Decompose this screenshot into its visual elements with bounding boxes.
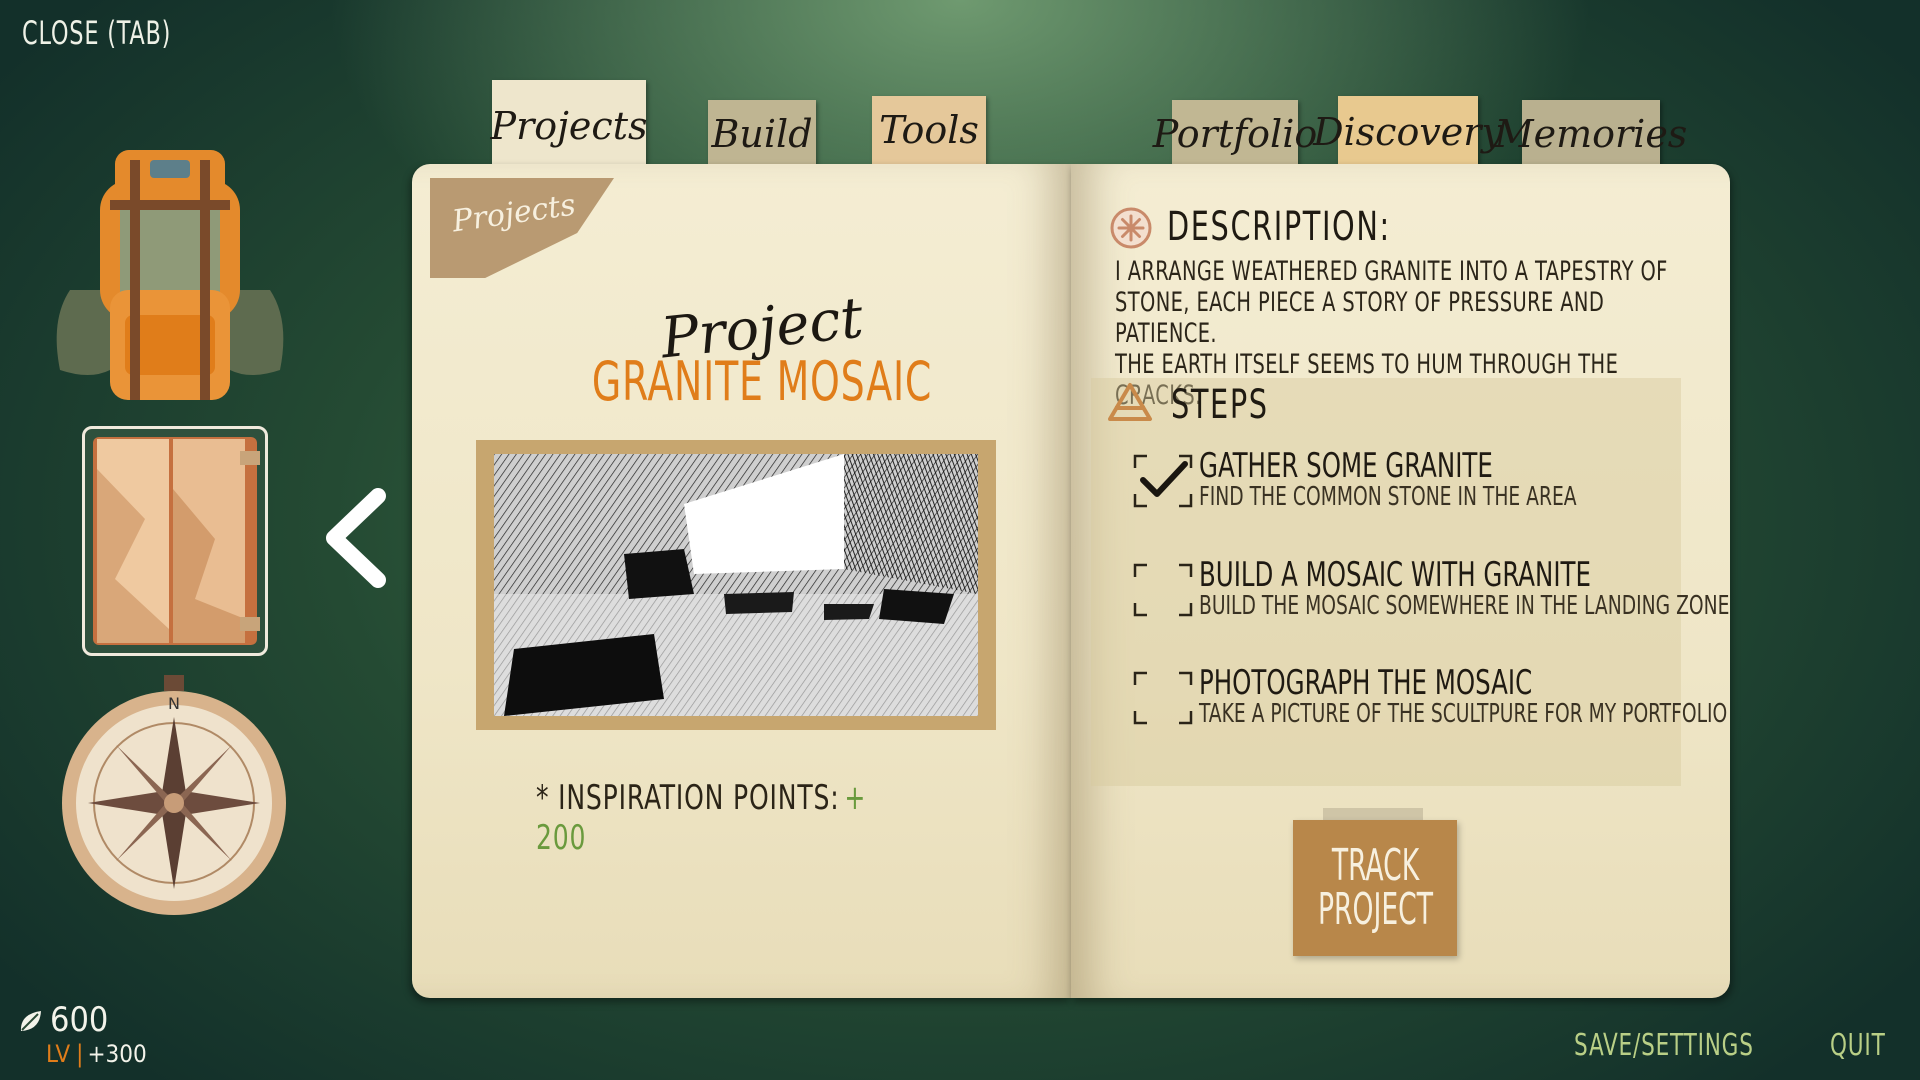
tab-tools[interactable]: Tools [872,96,986,164]
step-item: GATHER SOME GRANITE FIND THE COMMON STON… [1133,446,1693,512]
inspiration-points: * INSPIRATION POINTS: + 200 [536,778,913,858]
project-photo-frame [476,440,996,730]
description-line: I ARRANGE WEATHERED GRANITE INTO A TAPES… [1115,256,1668,287]
currency-amount: 600 [50,1000,109,1040]
journal-icon[interactable] [82,426,268,656]
save-settings-button[interactable]: SAVE/SETTINGS [1574,1028,1754,1063]
step-item: PHOTOGRAPH THE MOSAIC TAKE A PICTURE OF … [1133,663,1727,729]
right-page: DESCRIPTION: I ARRANGE WEATHERED GRANITE… [1071,164,1730,998]
step-item: BUILD A MOSAIC WITH GRANITE BUILD THE MO… [1133,555,1729,621]
tab-projects[interactable]: Projects [491,80,647,172]
level-label: LV [46,1040,71,1068]
track-label-line: TRACK [1331,840,1419,891]
left-page: Projects Project GRANITE MOSAIC * INSPIR… [412,164,1071,998]
tab-build[interactable]: Build [708,100,816,168]
journal-book: Projects Project GRANITE MOSAIC * INSPIR… [412,164,1730,998]
previous-page-arrow-icon[interactable] [322,488,392,588]
step-title: GATHER SOME GRANITE [1199,446,1493,486]
quit-button[interactable]: QUIT [1830,1028,1886,1063]
step-title: PHOTOGRAPH THE MOSAIC [1199,663,1533,703]
backpack-icon[interactable] [30,140,310,420]
step-checkbox[interactable] [1133,669,1193,727]
step-subtitle: TAKE A PICTURE OF THE SCULTPURE FOR MY P… [1199,699,1728,729]
tab-discovery[interactable]: Discovery [1313,96,1503,168]
steps-triangle-icon [1108,383,1152,421]
project-sketch-image [494,454,978,716]
inspiration-label: * INSPIRATION POINTS: [536,778,840,818]
corner-label-text: Projects [450,187,578,240]
steps-heading: STEPS [1171,382,1269,428]
corner-section-label: Projects [430,178,614,278]
step-checkbox-checked[interactable] [1133,452,1193,510]
description-icon [1110,207,1152,249]
xp-gain: +300 [87,1040,147,1068]
close-tab-button[interactable]: CLOSE (TAB) [22,14,171,52]
step-checkbox[interactable] [1133,561,1193,619]
description-heading: DESCRIPTION: [1167,204,1391,250]
description-line: STONE, EACH PIECE A STORY OF PRESSURE AN… [1115,287,1605,349]
project-title: GRANITE MOSAIC [591,350,933,413]
level-display: LV | +300 [46,1040,147,1068]
track-project-button[interactable]: TRACK PROJECT [1293,820,1457,956]
tab-memories[interactable]: Memories [1495,100,1687,168]
level-separator: | [76,1040,84,1068]
leaf-currency-icon [20,1011,41,1031]
currency-display: 600 [18,1000,108,1040]
tab-portfolio[interactable]: Portfolio [1153,100,1317,168]
step-subtitle: FIND THE COMMON STONE IN THE AREA [1199,482,1577,512]
step-title: BUILD A MOSAIC WITH GRANITE [1199,555,1591,595]
track-label-line: PROJECT [1317,884,1433,935]
step-subtitle: BUILD THE MOSAIC SOMEWHERE IN THE LANDIN… [1199,591,1730,621]
svg-text:N: N [168,694,180,713]
compass-icon[interactable]: N [56,675,292,920]
